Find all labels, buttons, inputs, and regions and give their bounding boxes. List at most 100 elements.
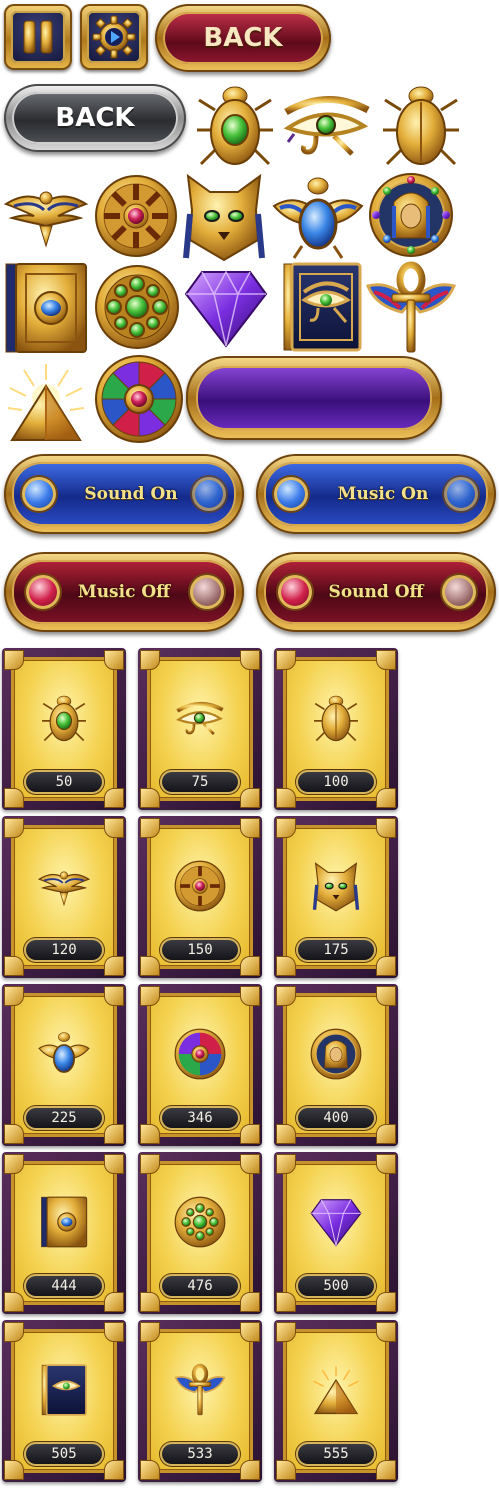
card-corner-ornament (104, 1124, 124, 1144)
price-label: 150 (160, 938, 240, 962)
price-label: 346 (160, 1106, 240, 1130)
empty-purple-button[interactable] (186, 356, 442, 440)
price-label: 476 (160, 1274, 240, 1298)
shop-card[interactable]: 555 (274, 1320, 398, 1482)
shop-card[interactable]: 476 (138, 1152, 262, 1314)
shop-card[interactable]: 75 (138, 648, 262, 810)
pharaoh-medallion-icon (310, 1028, 362, 1080)
card-corner-ornament (140, 986, 160, 1006)
emerald-amulet-icon (94, 264, 180, 350)
back-button-silver[interactable]: BACK (4, 84, 186, 152)
gear-play-icon (92, 15, 136, 59)
winged-blue-scarab-icon (272, 172, 364, 260)
sun-disc-ruby-icon (94, 174, 178, 258)
price-label: 533 (160, 1442, 240, 1466)
card-corner-ornament (4, 650, 24, 670)
card-corner-ornament (4, 1292, 24, 1312)
card-corner-ornament (104, 1154, 124, 1174)
settings-button[interactable] (80, 4, 148, 70)
card-corner-ornament (276, 818, 296, 838)
price-label: 505 (24, 1442, 104, 1466)
card-corner-ornament (4, 1322, 24, 1342)
shop-card[interactable]: 225 (2, 984, 126, 1146)
card-corner-ornament (140, 1292, 160, 1312)
shop-card[interactable]: 533 (138, 1320, 262, 1482)
shop-card[interactable]: 100 (274, 648, 398, 810)
card-corner-ornament (376, 1460, 396, 1480)
cat-bastet-icon (310, 860, 362, 912)
shop-card[interactable]: 500 (274, 1152, 398, 1314)
card-corner-ornament (240, 788, 260, 808)
gold-scarab-icon (380, 80, 462, 170)
shop-card[interactable]: 400 (274, 984, 398, 1146)
glowing-pyramid-icon (4, 360, 88, 444)
shop-card[interactable]: 120 (2, 816, 126, 978)
falcon-icon (37, 860, 91, 912)
shop-card[interactable]: 444 (2, 1152, 126, 1314)
sound-off-toggle[interactable]: Sound Off (256, 552, 496, 632)
shop-card[interactable]: 50 (2, 648, 126, 810)
purple-diamond-icon (184, 268, 268, 348)
card-corner-ornament (104, 818, 124, 838)
sound-on-label: Sound On (84, 484, 178, 504)
card-corner-ornament (140, 1154, 160, 1174)
card-corner-ornament (240, 1124, 260, 1144)
music-on-toggle[interactable]: Music On (256, 454, 496, 534)
card-corner-ornament (240, 1322, 260, 1342)
back-button-label: BACK (203, 23, 283, 53)
card-corner-ornament (140, 1460, 160, 1480)
price-label: 100 (296, 770, 376, 794)
music-off-toggle[interactable]: Music Off (4, 552, 244, 632)
card-corner-ornament (104, 788, 124, 808)
shop-card[interactable]: 505 (2, 1320, 126, 1482)
card-corner-ornament (276, 788, 296, 808)
eye-book-icon (282, 262, 362, 352)
card-corner-ornament (376, 1292, 396, 1312)
card-corner-ornament (140, 650, 160, 670)
glowing-pyramid-icon (310, 1364, 362, 1416)
rainbow-sun-disc-icon (94, 354, 184, 444)
shop-card[interactable]: 175 (274, 816, 398, 978)
card-corner-ornament (104, 1292, 124, 1312)
card-corner-ornament (276, 956, 296, 976)
falcon-icon (3, 180, 89, 250)
card-corner-ornament (240, 650, 260, 670)
pharaoh-medallion-icon (368, 172, 454, 258)
winged-ankh-icon (174, 1363, 226, 1416)
card-corner-ornament (376, 1124, 396, 1144)
shop-card[interactable]: 346 (138, 984, 262, 1146)
card-corner-ornament (376, 986, 396, 1006)
shop-card[interactable]: 150 (138, 816, 262, 978)
purple-diamond-icon (310, 1196, 362, 1248)
price-label: 500 (296, 1274, 376, 1298)
card-corner-ornament (276, 986, 296, 1006)
card-corner-ornament (240, 1154, 260, 1174)
price-label: 175 (296, 938, 376, 962)
card-corner-ornament (4, 818, 24, 838)
back-button-red[interactable]: BACK (155, 4, 331, 72)
card-corner-ornament (4, 788, 24, 808)
sound-on-toggle[interactable]: Sound On (4, 454, 244, 534)
card-corner-ornament (140, 818, 160, 838)
card-corner-ornament (140, 1124, 160, 1144)
sun-disc-ruby-icon (174, 860, 226, 912)
sound-off-label: Sound Off (328, 582, 424, 602)
price-label: 225 (24, 1106, 104, 1130)
pause-icon (18, 17, 58, 57)
green-scarab-icon (38, 692, 90, 744)
card-corner-ornament (104, 986, 124, 1006)
card-corner-ornament (240, 1292, 260, 1312)
card-corner-ornament (4, 1154, 24, 1174)
price-label: 120 (24, 938, 104, 962)
card-corner-ornament (376, 650, 396, 670)
gold-book-icon (4, 262, 88, 354)
pause-button[interactable] (4, 4, 72, 70)
price-label: 75 (160, 770, 240, 794)
emerald-amulet-icon (174, 1196, 226, 1248)
card-corner-ornament (376, 788, 396, 808)
card-corner-ornament (276, 1124, 296, 1144)
card-corner-ornament (4, 986, 24, 1006)
card-corner-ornament (376, 818, 396, 838)
price-label: 50 (24, 770, 104, 794)
card-corner-ornament (276, 1154, 296, 1174)
